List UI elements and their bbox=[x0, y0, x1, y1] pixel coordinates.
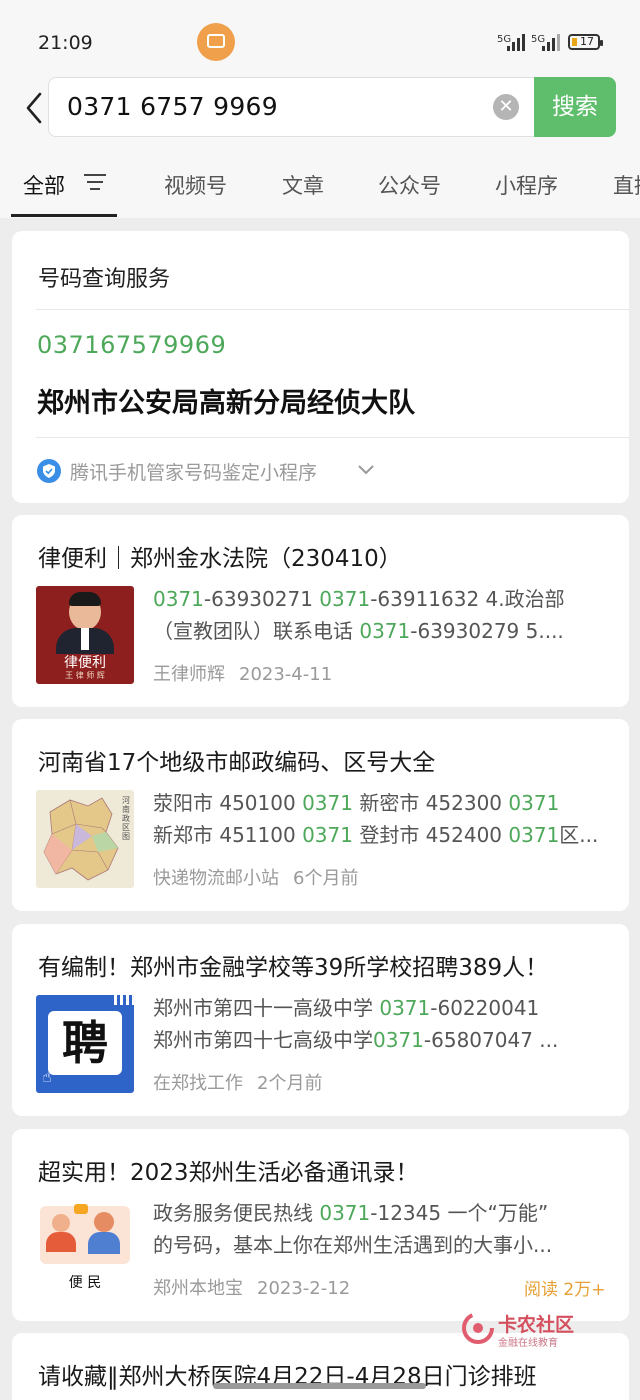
highlight-match: 0371 bbox=[319, 1201, 371, 1225]
tab-live[interactable]: 直播 bbox=[613, 170, 640, 200]
highlight-match: 0371 bbox=[373, 1028, 424, 1052]
battery-icon: 17 bbox=[568, 34, 603, 50]
result-time: 2023-2-12 bbox=[257, 1278, 351, 1299]
lookup-owner: 郑州市公安局高新分局经侦大队 bbox=[37, 388, 415, 419]
tab-articles[interactable]: 文章 bbox=[282, 170, 324, 200]
thumb-label: 律便利 bbox=[64, 655, 106, 671]
tab-official-accounts[interactable]: 公众号 bbox=[378, 170, 441, 200]
divider bbox=[36, 437, 629, 438]
status-time: 21:09 bbox=[38, 32, 93, 54]
thumb-label: 聘 bbox=[62, 1016, 108, 1070]
search-query: 0371 6757 9969 bbox=[67, 92, 278, 121]
result-card[interactable]: 律便利｜郑州金水法院（230410） 律便利 王 律 师 辉 0371-6393… bbox=[12, 515, 629, 707]
result-source: 在郑找工作 bbox=[153, 1073, 243, 1094]
signal-icon bbox=[505, 33, 525, 51]
search-input[interactable]: 0371 6757 9969 ✕ bbox=[48, 77, 536, 137]
result-snippet-line: 0371-63930271 0371-63911632 4.政治部 bbox=[153, 583, 608, 615]
result-time: 6个月前 bbox=[293, 868, 359, 889]
snippet-text: -12345 一个“万能” bbox=[370, 1201, 549, 1225]
result-card[interactable]: 河南省17个地级市邮政编码、区号大全 河南政区图 荥阳市 450100 0371… bbox=[12, 719, 629, 911]
snippet-text: 区... bbox=[559, 823, 599, 847]
result-time: 2023-4-11 bbox=[239, 664, 333, 685]
read-count: 阅读 2万+ bbox=[524, 1280, 606, 1300]
thumb-label: 河南政区图 bbox=[122, 796, 130, 841]
result-snippet-line: 新郑市 451100 0371 登封市 452400 0371区... bbox=[153, 819, 608, 851]
tab-mini-programs[interactable]: 小程序 bbox=[495, 170, 558, 200]
number-lookup-card[interactable]: 号码查询服务 037167579969 郑州市公安局高新分局经侦大队 腾讯手机管… bbox=[12, 231, 629, 503]
shield-icon bbox=[37, 459, 61, 483]
result-snippet-line: 郑州市第四十七高级中学0371-65807047 ... bbox=[153, 1024, 608, 1056]
thumb-label: 便 民 bbox=[68, 1275, 102, 1291]
highlight-match: 0371 bbox=[319, 587, 371, 611]
tab-all[interactable]: 全部 bbox=[23, 170, 65, 200]
result-meta: 郑州本地宝 2023-2-12 bbox=[153, 1274, 350, 1300]
tab-channels[interactable]: 视频号 bbox=[164, 170, 227, 200]
watermark-text: 卡农社区 bbox=[498, 1314, 575, 1336]
status-bar: 21:09 5G 5G 17 bbox=[0, 0, 640, 74]
result-snippet-line: 的号码，基本上你在郑州生活遇到的大事小... bbox=[153, 1229, 608, 1261]
top-bar: 21:09 5G 5G 17 0371 6757 9969 ✕ 搜索 全部 视频… bbox=[0, 0, 640, 218]
clear-icon[interactable]: ✕ bbox=[493, 94, 519, 120]
watermark-logo-icon bbox=[462, 1312, 494, 1344]
active-tab-indicator bbox=[11, 214, 117, 217]
map-thumbnail: 河南政区图 bbox=[36, 790, 134, 888]
wallet-notification-icon bbox=[197, 23, 235, 61]
snippet-text: -63930279 5.... bbox=[410, 619, 564, 643]
highlight-match: 0371 bbox=[359, 619, 411, 643]
snippet-text: （宣教团队）联系电话 bbox=[153, 619, 360, 643]
snippet-text: -63930271 bbox=[203, 587, 320, 611]
snippet-text: 登封市 452400 bbox=[352, 823, 509, 847]
highlight-match: 0371 bbox=[379, 996, 431, 1020]
result-source: 快递物流邮小站 bbox=[153, 868, 279, 889]
hand-cursor-icon: ☝ bbox=[42, 1067, 52, 1086]
result-card[interactable]: 超实用！2023郑州生活必备通讯录！ 便 民 政务服务便民热线 0371-123… bbox=[12, 1129, 629, 1321]
lookup-footer[interactable]: 腾讯手机管家号码鉴定小程序 bbox=[70, 458, 317, 485]
result-time: 2个月前 bbox=[257, 1073, 323, 1094]
snippet-text: 的号码，基本上你在郑州生活遇到的大事小... bbox=[153, 1233, 553, 1257]
snippet-text: 郑州市第四十七高级中学 bbox=[153, 1028, 373, 1052]
result-meta: 王律师辉 2023-4-11 bbox=[153, 660, 332, 686]
snippet-text: -63911632 4.政治部 bbox=[370, 587, 565, 611]
home-indicator[interactable] bbox=[213, 1383, 426, 1389]
lookup-header: 号码查询服务 bbox=[38, 267, 171, 292]
snippet-text: -65807047 ... bbox=[423, 1028, 559, 1052]
result-snippet-line: 荥阳市 450100 0371 新密市 452300 0371 bbox=[153, 787, 608, 819]
search-button[interactable]: 搜索 bbox=[534, 77, 616, 137]
result-title[interactable]: 河南省17个地级市邮政编码、区号大全 bbox=[38, 743, 435, 777]
contacts-thumbnail: 便 民 bbox=[36, 1200, 134, 1298]
snippet-text: 郑州市第四十一高级中学 bbox=[153, 996, 380, 1020]
snippet-text: 政务服务便民热线 bbox=[153, 1201, 320, 1225]
signal-icon-2 bbox=[540, 33, 560, 51]
filter-icon[interactable] bbox=[84, 174, 106, 190]
tab-bar: 全部 视频号 文章 公众号 小程序 直播 bbox=[0, 150, 640, 218]
watermark-sub: 金融在线教育 bbox=[498, 1338, 558, 1349]
snippet-text: 新郑市 451100 bbox=[153, 823, 303, 847]
result-meta: 快递物流邮小站 6个月前 bbox=[153, 864, 358, 890]
snippet-text: 新密市 452300 bbox=[352, 791, 509, 815]
result-card[interactable]: 有编制！郑州市金融学校等39所学校招聘389人！ 聘 ☝ 郑州市第四十一高级中学… bbox=[12, 924, 629, 1116]
highlight-match: 0371 bbox=[508, 791, 560, 815]
result-snippet-line: 政务服务便民热线 0371-12345 一个“万能” bbox=[153, 1197, 608, 1229]
watermark: 卡农社区 金融在线教育 bbox=[460, 1310, 590, 1350]
hiring-thumbnail: 聘 ☝ bbox=[36, 995, 134, 1093]
result-source: 王律师辉 bbox=[153, 664, 225, 685]
highlight-match: 0371 bbox=[302, 791, 353, 815]
snippet-text: 荥阳市 450100 bbox=[153, 791, 303, 815]
snippet-text: -60220041 bbox=[430, 996, 540, 1020]
thumb-sub: 王 律 师 辉 bbox=[65, 671, 105, 680]
result-source: 郑州本地宝 bbox=[153, 1278, 243, 1299]
result-meta: 在郑找工作 2个月前 bbox=[153, 1069, 322, 1095]
result-title[interactable]: 律便利｜郑州金水法院（230410） bbox=[38, 539, 402, 573]
highlight-match: 0371 bbox=[302, 823, 353, 847]
lawyer-thumbnail: 律便利 王 律 师 辉 bbox=[36, 586, 134, 684]
highlight-match: 0371 bbox=[153, 587, 204, 611]
result-title[interactable]: 有编制！郑州市金融学校等39所学校招聘389人！ bbox=[38, 948, 548, 982]
result-snippet-line: 郑州市第四十一高级中学 0371-60220041 bbox=[153, 992, 608, 1024]
result-snippet-line: （宣教团队）联系电话 0371-63930279 5.... bbox=[153, 615, 608, 647]
divider bbox=[36, 309, 629, 310]
highlight-match: 0371 bbox=[508, 823, 560, 847]
lookup-number: 037167579969 bbox=[37, 331, 227, 359]
chevron-down-icon[interactable] bbox=[357, 463, 375, 477]
result-title[interactable]: 超实用！2023郑州生活必备通讯录！ bbox=[38, 1153, 419, 1187]
